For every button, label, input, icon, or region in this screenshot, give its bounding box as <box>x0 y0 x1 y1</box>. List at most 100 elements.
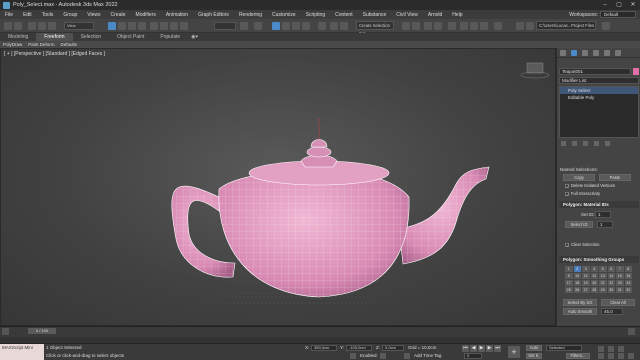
set-key-icon[interactable]: + <box>508 346 520 358</box>
smoothing-group-button[interactable]: 13 <box>599 273 607 279</box>
snaps-toggle-icon[interactable] <box>272 22 280 30</box>
smoothing-group-button[interactable]: 31 <box>616 287 624 293</box>
orbit-icon[interactable] <box>618 353 624 359</box>
smoothing-group-button[interactable]: 9 <box>565 273 573 279</box>
teapot-scene[interactable] <box>1 49 556 326</box>
menu-scripting[interactable]: Scripting <box>301 12 330 18</box>
display-tab-icon[interactable] <box>604 49 610 56</box>
smoothing-group-button[interactable]: 5 <box>599 266 607 272</box>
toggle-scene-explorer-icon[interactable] <box>402 22 410 30</box>
next-frame-icon[interactable] <box>628 328 635 335</box>
adaptive-degradation-icon[interactable] <box>380 353 386 359</box>
menu-file[interactable]: File <box>0 12 18 18</box>
smoothing-group-button[interactable]: 24 <box>624 280 632 286</box>
selection-filter-dropdown[interactable]: View <box>64 22 94 30</box>
tab-freeform[interactable]: Freeform <box>36 33 73 41</box>
smoothing-group-button[interactable]: 3 <box>582 266 590 272</box>
select-rotate-icon[interactable] <box>160 22 168 30</box>
paste-button[interactable]: Paste <box>599 174 631 181</box>
menu-animation[interactable]: Animation <box>161 12 193 18</box>
smoothing-group-button[interactable]: 29 <box>599 287 607 293</box>
time-slider-bar[interactable]: 0 / 100 <box>0 326 640 337</box>
smoothing-group-button[interactable]: 8 <box>624 266 632 272</box>
full-interactivity-checkbox[interactable]: ✓ Full Interactivity <box>565 191 600 196</box>
perspective-viewport[interactable]: [ + ] [Perspective ] [Standard ] [Edged … <box>0 48 556 326</box>
menu-civil-view[interactable]: Civil View <box>391 12 423 18</box>
menu-substance[interactable]: Substance <box>358 12 392 18</box>
tab-modeling[interactable]: Modeling <box>0 33 36 41</box>
undo-icon[interactable] <box>4 22 12 30</box>
smoothing-group-button[interactable]: 32 <box>624 287 632 293</box>
y-coordinate-field[interactable]: -105,0cm <box>346 345 372 351</box>
zoom-extents-icon[interactable] <box>618 346 624 352</box>
tab-populate[interactable]: Populate <box>152 33 188 41</box>
smoothing-group-button[interactable]: 12 <box>590 273 598 279</box>
project-folder-icon[interactable] <box>516 22 524 30</box>
smoothing-group-button[interactable]: 19 <box>582 280 590 286</box>
rendered-frame-window-icon[interactable] <box>470 22 478 30</box>
align-icon[interactable] <box>340 22 348 30</box>
menu-group[interactable]: Group <box>58 12 82 18</box>
delete-isolated-checkbox[interactable]: ✓ Delete Isolated Vertices <box>565 183 615 188</box>
hierarchy-tab-icon[interactable] <box>582 49 588 56</box>
mirror-icon[interactable] <box>330 22 338 30</box>
open-folder-icon[interactable] <box>526 22 534 30</box>
zoom-icon[interactable] <box>598 346 604 352</box>
menu-customize[interactable]: Customize <box>267 12 301 18</box>
set-key-button[interactable]: Set K. <box>526 353 542 359</box>
current-frame-field[interactable]: 0 <box>464 353 482 359</box>
menu-help[interactable]: Help <box>447 12 467 18</box>
menu-rendering[interactable]: Rendering <box>234 12 267 18</box>
render-setup-icon[interactable] <box>460 22 468 30</box>
smoothing-group-button[interactable]: 27 <box>582 287 590 293</box>
modify-tab-icon[interactable] <box>571 49 577 56</box>
sign-in-icon[interactable] <box>602 22 610 30</box>
tab-selection[interactable]: Selection <box>73 33 110 41</box>
select-id-spinner[interactable]: 1 <box>597 221 613 228</box>
smoothing-group-button[interactable]: 20 <box>590 280 598 286</box>
auto-smooth-button[interactable]: Auto Smooth <box>563 308 597 315</box>
object-name-field[interactable]: Teapot001 <box>559 68 631 75</box>
z-coordinate-field[interactable]: 0,0cm <box>382 345 404 351</box>
schematic-view-icon[interactable] <box>434 22 442 30</box>
close-button[interactable]: ✕ <box>626 0 640 10</box>
smoothing-group-button[interactable]: 4 <box>590 266 598 272</box>
object-color-swatch[interactable] <box>633 68 639 75</box>
mini-curve-editor-icon[interactable] <box>2 328 9 335</box>
angle-snap-icon[interactable] <box>282 22 290 30</box>
menu-edit[interactable]: Edit <box>18 12 37 18</box>
smoothing-group-button[interactable]: 23 <box>616 280 624 286</box>
show-end-result-icon[interactable] <box>572 141 577 146</box>
window-crossing-icon[interactable] <box>138 22 146 30</box>
subtab-paint-deform[interactable]: Paint Deform <box>25 42 57 47</box>
smoothing-group-button[interactable]: 14 <box>607 273 615 279</box>
x-coordinate-field[interactable]: 389,0cm <box>311 345 337 351</box>
edit-named-selection-icon[interactable] <box>318 22 326 30</box>
select-move-icon[interactable] <box>150 22 158 30</box>
clear-all-button[interactable]: Clear All <box>601 299 635 306</box>
render-production-icon[interactable] <box>480 22 488 30</box>
project-path-field[interactable]: C:\Users\Lucas...Project Files <box>536 21 596 30</box>
select-id-button[interactable]: Select ID <box>565 221 593 228</box>
smoothing-group-button[interactable]: 1 <box>565 266 573 272</box>
smoothing-group-button[interactable]: 28 <box>590 287 598 293</box>
smoothing-group-button[interactable]: 6 <box>607 266 615 272</box>
smoothing-group-button[interactable]: 30 <box>607 287 615 293</box>
percent-snap-icon[interactable] <box>292 22 300 30</box>
play-icon[interactable]: ▶ <box>478 345 485 352</box>
smoothing-group-button[interactable]: 7 <box>616 266 624 272</box>
selection-set-dropdown[interactable]: Create Selection Set <box>356 21 394 36</box>
menu-modifiers[interactable]: Modifiers <box>131 12 161 18</box>
set-id-spinner[interactable]: 1 <box>595 211 611 218</box>
create-tab-icon[interactable] <box>560 49 566 56</box>
link-icon[interactable] <box>28 22 36 30</box>
auto-smooth-spinner[interactable]: 45,0 <box>601 308 623 315</box>
viewcube[interactable] <box>520 62 550 79</box>
smoothing-group-button[interactable]: 22 <box>607 280 615 286</box>
smoothing-group-button[interactable]: 11 <box>582 273 590 279</box>
pivot-center-icon[interactable] <box>240 22 248 30</box>
add-time-tag-label[interactable]: Add Time Tag <box>414 353 441 358</box>
tab-object-paint[interactable]: Object Paint <box>109 33 152 41</box>
spinner-snap-icon[interactable] <box>302 22 310 30</box>
select-by-sg-button[interactable]: Select By SG <box>563 299 597 306</box>
